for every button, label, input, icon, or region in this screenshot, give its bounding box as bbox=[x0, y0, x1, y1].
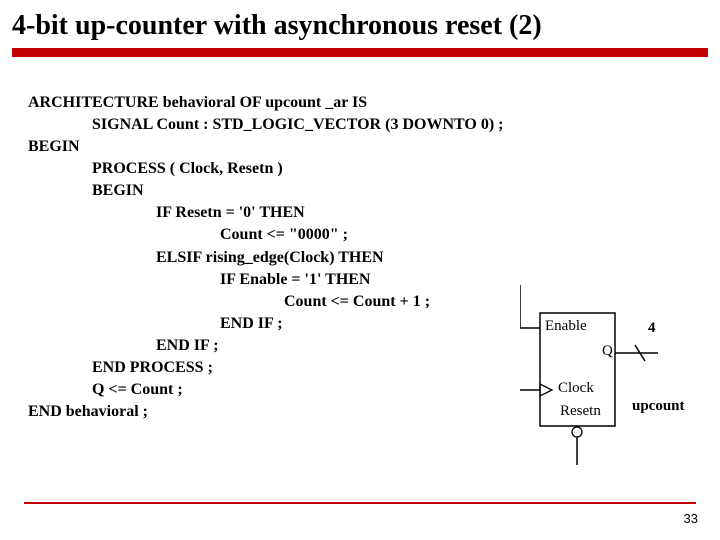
diagram-svg bbox=[520, 285, 700, 475]
slide-title: 4-bit up-counter with asynchronous reset… bbox=[0, 0, 720, 48]
label-bus-width: 4 bbox=[648, 320, 656, 337]
label-clock: Clock bbox=[558, 380, 594, 397]
label-enable: Enable bbox=[545, 318, 587, 335]
page-number: 33 bbox=[684, 511, 698, 526]
label-upcount: upcount bbox=[632, 398, 685, 415]
label-resetn: Resetn bbox=[560, 403, 601, 420]
label-q: Q bbox=[602, 343, 613, 360]
vhdl-code: ARCHITECTURE behavioral OF upcount _ar I… bbox=[28, 92, 503, 423]
block-diagram: Enable Q 4 Clock Resetn upcount bbox=[520, 285, 690, 465]
footer-rule bbox=[24, 502, 696, 504]
title-rule bbox=[12, 48, 708, 57]
